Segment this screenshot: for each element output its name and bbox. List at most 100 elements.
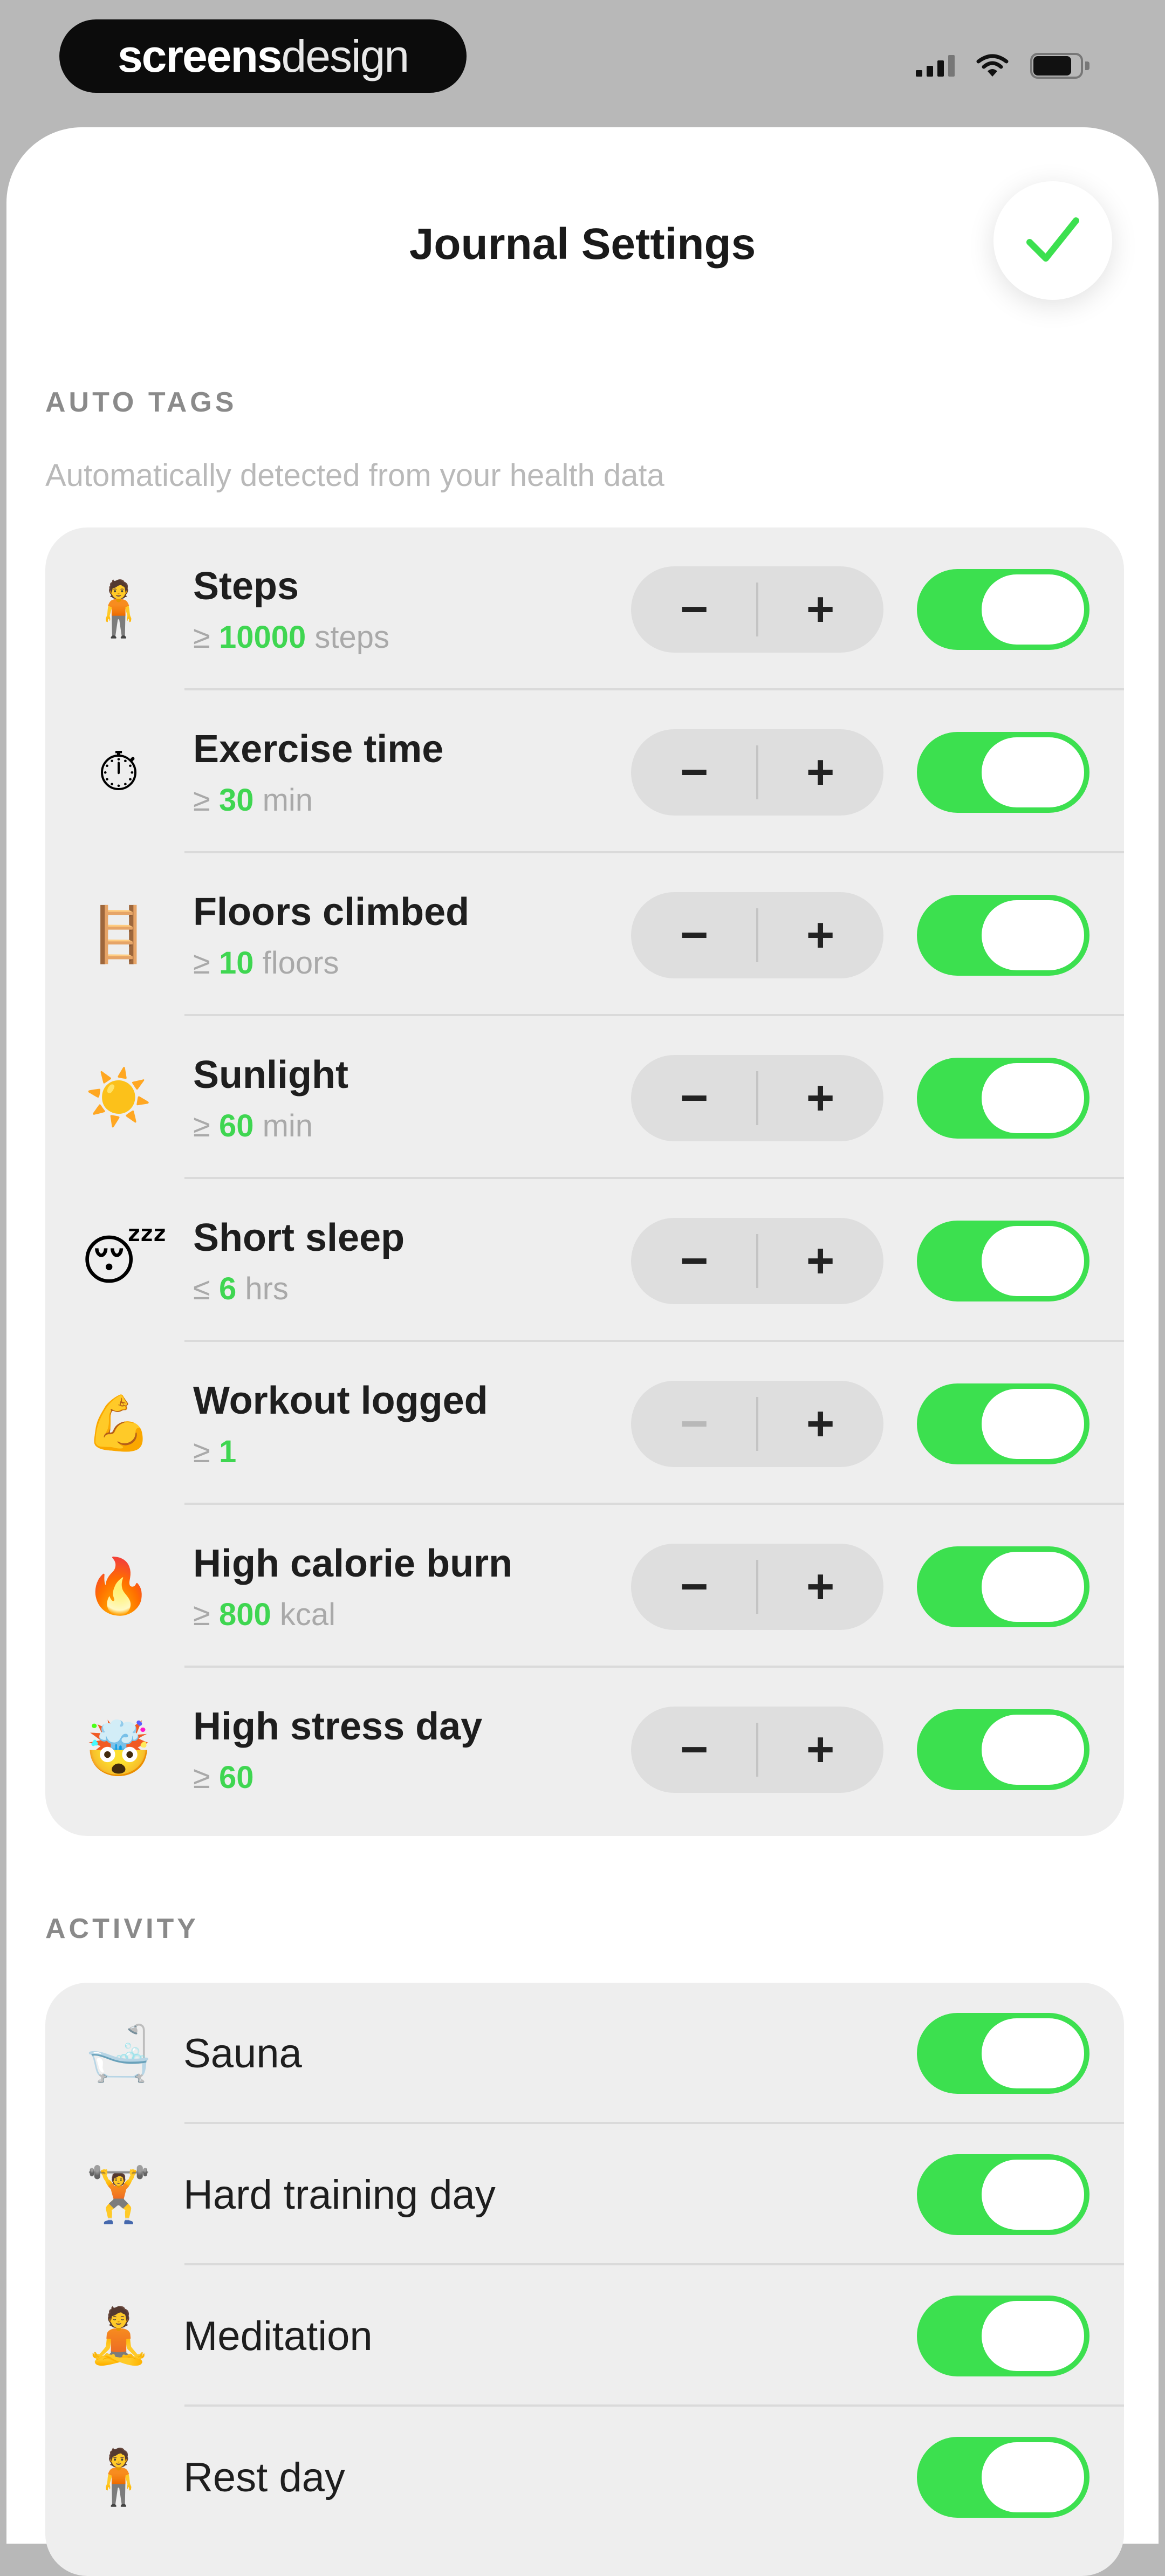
tag-name: Floors climbed <box>193 890 470 934</box>
toggle-knob <box>982 2442 1084 2512</box>
tag-toggle[interactable] <box>917 1058 1089 1139</box>
tag-threshold: ≤ 6 hrs <box>193 1271 289 1307</box>
threshold-value: 10000 <box>218 620 306 655</box>
tag-name: Exercise time <box>193 728 444 771</box>
toggle-knob <box>982 2301 1084 2371</box>
threshold-operator: ≥ <box>193 1760 210 1795</box>
toggle-knob <box>982 1226 1084 1296</box>
signal-icon <box>916 55 955 77</box>
settings-sheet: Journal Settings AUTO TAGS Automatically… <box>6 127 1159 2576</box>
activity-row: 🧍 Rest day <box>45 2407 1124 2548</box>
checkmark-icon <box>1026 217 1079 262</box>
page-title: Journal Settings <box>409 220 756 269</box>
toggle-knob <box>982 1389 1084 1459</box>
activity-toggle[interactable] <box>917 2296 1089 2376</box>
tag-name: High calorie burn <box>193 1542 513 1585</box>
auto-tag-row: 🧍 Steps ≥ 10000 steps − + <box>45 527 1124 690</box>
sauna-icon: 🛁 <box>85 2022 153 2085</box>
walking-person-icon: 🧍 <box>85 577 153 640</box>
tag-threshold: ≥ 800 kcal <box>193 1597 335 1633</box>
auto-tag-row: 😴 Short sleep ≤ 6 hrs − + <box>45 1179 1124 1342</box>
stopwatch-icon: ⏱ <box>98 740 140 803</box>
brand-logo: screens design <box>59 19 467 93</box>
increment-button[interactable]: + <box>757 1218 883 1304</box>
auto-tags-card: 🧍 Steps ≥ 10000 steps − + ⏱ Exercise time ≥ 30 … <box>45 527 1124 1836</box>
wifi-icon <box>976 54 1009 78</box>
brand-light: design <box>281 30 410 81</box>
flexed-biceps-icon: 💪 <box>85 1392 153 1455</box>
threshold-unit: min <box>262 783 313 818</box>
tag-toggle[interactable] <box>917 732 1089 813</box>
tag-toggle[interactable] <box>917 1221 1089 1301</box>
tag-threshold: ≥ 60 <box>193 1759 253 1796</box>
threshold-stepper: − + <box>631 892 883 978</box>
tag-toggle[interactable] <box>917 1546 1089 1627</box>
auto-tag-row: 💪 Workout logged ≥ 1 − + <box>45 1342 1124 1505</box>
threshold-stepper: − + <box>631 1218 883 1304</box>
threshold-operator: ≥ <box>193 1108 210 1143</box>
activity-toggle[interactable] <box>917 2154 1089 2235</box>
increment-button[interactable]: + <box>757 1055 883 1141</box>
stepper-divider <box>756 745 758 799</box>
toggle-knob <box>982 574 1084 645</box>
stepper-divider <box>756 1397 758 1451</box>
threshold-stepper: − + <box>631 566 883 653</box>
sleeping-face-icon: 😴 <box>81 1229 168 1292</box>
toggle-knob <box>982 2018 1084 2088</box>
threshold-value: 60 <box>218 1108 254 1143</box>
activity-toggle[interactable] <box>917 2437 1089 2518</box>
activity-name: Meditation <box>183 2313 373 2359</box>
threshold-operator: ≥ <box>193 620 210 655</box>
ladder-icon: 🪜 <box>85 903 153 966</box>
increment-button[interactable]: + <box>757 566 883 653</box>
section-label-auto-tags: AUTO TAGS <box>45 387 237 418</box>
increment-button[interactable]: + <box>757 892 883 978</box>
threshold-stepper: − + <box>631 1544 883 1630</box>
threshold-value: 6 <box>218 1271 237 1306</box>
threshold-stepper: − + <box>631 1381 883 1467</box>
status-icons <box>916 50 1089 82</box>
standing-person-icon: 🧍 <box>85 2445 153 2509</box>
decrement-button[interactable]: − <box>631 729 757 816</box>
increment-button[interactable]: + <box>757 1381 883 1467</box>
tag-toggle[interactable] <box>917 1383 1089 1464</box>
exploding-head-icon: 🤯 <box>85 1717 153 1780</box>
toggle-knob <box>982 737 1084 807</box>
threshold-operator: ≥ <box>193 1597 210 1632</box>
threshold-value: 30 <box>218 783 254 818</box>
tag-name: High stress day <box>193 1705 483 1748</box>
decrement-button[interactable]: − <box>631 1544 757 1630</box>
weightlifter-icon: 🏋 <box>85 2163 153 2226</box>
decrement-button[interactable]: − <box>631 892 757 978</box>
tag-toggle[interactable] <box>917 1709 1089 1790</box>
activity-toggle[interactable] <box>917 2013 1089 2094</box>
decrement-button[interactable]: − <box>631 1055 757 1141</box>
activity-name: Sauna <box>183 2031 302 2077</box>
threshold-value: 10 <box>218 946 254 981</box>
threshold-unit: steps <box>314 620 390 655</box>
done-button[interactable] <box>993 181 1112 300</box>
tag-name: Sunlight <box>193 1053 348 1097</box>
decrement-button[interactable]: − <box>631 566 757 653</box>
threshold-unit: min <box>262 1108 313 1143</box>
threshold-unit: floors <box>262 946 339 981</box>
tag-toggle[interactable] <box>917 569 1089 650</box>
decrement-button[interactable]: − <box>631 1218 757 1304</box>
tag-name: Short sleep <box>193 1216 405 1259</box>
increment-button[interactable]: + <box>757 1707 883 1793</box>
increment-button[interactable]: + <box>757 729 883 816</box>
fire-icon: 🔥 <box>85 1554 153 1618</box>
increment-button[interactable]: + <box>757 1544 883 1630</box>
stepper-divider <box>756 583 758 636</box>
tag-threshold: ≥ 10000 steps <box>193 619 389 655</box>
auto-tag-row: 🤯 High stress day ≥ 60 − + <box>45 1668 1124 1831</box>
threshold-value: 60 <box>218 1760 254 1795</box>
tag-threshold: ≥ 1 <box>193 1434 236 1470</box>
auto-tag-row: ⏱ Exercise time ≥ 30 min − + <box>45 690 1124 853</box>
auto-tag-row: ☀️ Sunlight ≥ 60 min − + <box>45 1016 1124 1179</box>
threshold-value: 1 <box>218 1434 237 1469</box>
tag-toggle[interactable] <box>917 895 1089 976</box>
section-label-activity: ACTIVITY <box>45 1913 199 1944</box>
toggle-knob <box>982 2160 1084 2230</box>
decrement-button[interactable]: − <box>631 1707 757 1793</box>
